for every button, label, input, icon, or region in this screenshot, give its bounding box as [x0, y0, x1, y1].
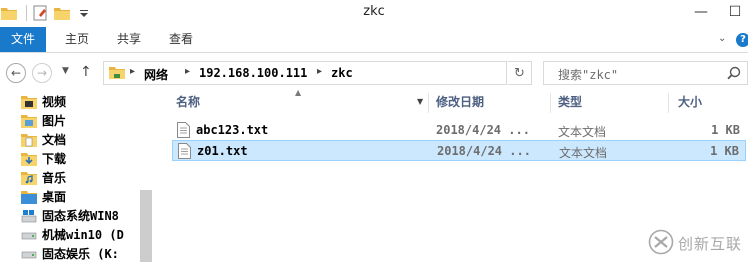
watermark-text: 创新互联: [678, 234, 743, 253]
sidebar-item-label: 固态系统WIN8: [42, 209, 119, 223]
sidebar-item-label: 文档: [42, 133, 67, 147]
tab-file[interactable]: 文件: [0, 27, 46, 52]
breadcrumb-separator-icon[interactable]: ▸: [130, 66, 135, 77]
address-bar[interactable]: ▸ 网络 ▸ 192.168.100.111 ▸ zkc: [103, 61, 507, 85]
search-icon[interactable]: [727, 66, 741, 83]
navigation-pane: 视频 图片 文档 下载 音乐 桌面 固态系统WIN8 机械win10 (D 固态…: [0, 91, 155, 265]
expand-ribbon-icon[interactable]: ⌄: [718, 33, 726, 44]
breadcrumb-host[interactable]: 192.168.100.111: [199, 66, 307, 80]
sort-ascending-icon: ▲: [295, 88, 302, 97]
breadcrumb-network[interactable]: 网络: [144, 66, 168, 83]
ribbon: 文件 主页 共享 查看 ⌄ ?: [0, 27, 748, 53]
forward-button[interactable]: →: [32, 63, 52, 83]
sidebar-item-videos[interactable]: 视频: [20, 92, 66, 111]
video-folder-icon: [20, 94, 38, 110]
breadcrumb-separator-icon[interactable]: ▸: [185, 66, 190, 77]
watermark-logo-icon: [648, 229, 674, 258]
tab-home[interactable]: 主页: [56, 27, 98, 52]
help-icon[interactable]: ?: [736, 33, 748, 47]
tab-view[interactable]: 查看: [160, 27, 202, 52]
pictures-folder-icon: [20, 113, 38, 129]
breadcrumb-folder[interactable]: zkc: [331, 66, 353, 80]
up-arrow-icon[interactable]: ↑: [80, 64, 92, 80]
file-name: z01.txt: [197, 144, 248, 158]
sidebar-item-label: 机械win10 (D: [42, 228, 124, 242]
recent-locations-icon[interactable]: ▼: [62, 66, 69, 76]
column-header-date[interactable]: 修改日期: [436, 91, 484, 113]
column-header-size[interactable]: 大小: [678, 91, 702, 113]
navigation-bar: ← → ▼ ↑ ▸ 网络 ▸ 192.168.100.111 ▸ zkc ↻ 搜…: [0, 53, 748, 91]
sidebar-item-label: 桌面: [42, 190, 67, 204]
column-filter-icon[interactable]: ▼: [417, 97, 423, 106]
sidebar-item-label: 视频: [42, 95, 67, 109]
desktop-folder-icon: [20, 189, 38, 205]
file-size: 1 KB: [710, 144, 739, 158]
text-file-icon: [178, 143, 191, 162]
documents-folder-icon: [20, 132, 38, 148]
sidebar-item-drive-k[interactable]: 固态娱乐 (K:: [20, 244, 119, 263]
breadcrumb-separator-icon[interactable]: ▸: [317, 66, 322, 77]
window-title: zkc: [363, 4, 385, 19]
column-divider[interactable]: [668, 93, 669, 113]
sidebar-item-pictures[interactable]: 图片: [20, 111, 66, 130]
file-date: 2018/4/24 ...: [436, 123, 530, 137]
music-folder-icon: [20, 170, 38, 186]
network-folder-icon: [108, 65, 126, 84]
sidebar-item-downloads[interactable]: 下载: [20, 149, 66, 168]
sidebar-item-label: 固态娱乐 (K:: [42, 247, 119, 261]
navigation-pane-scrollbar[interactable]: [140, 190, 152, 262]
column-divider[interactable]: [550, 93, 551, 113]
search-placeholder: 搜索"zkc": [558, 68, 619, 82]
watermark: 创新互联: [648, 225, 748, 261]
downloads-folder-icon: [20, 151, 38, 167]
sidebar-item-label: 下载: [42, 152, 67, 166]
tab-share[interactable]: 共享: [108, 27, 150, 52]
system-drive-icon: [20, 208, 38, 224]
minimize-button[interactable]: —: [684, 0, 718, 24]
sidebar-item-desktop[interactable]: 桌面: [20, 187, 66, 206]
text-file-icon: [177, 122, 190, 141]
sidebar-item-drive-d[interactable]: 机械win10 (D: [20, 225, 124, 244]
sidebar-item-system-drive[interactable]: 固态系统WIN8: [20, 206, 119, 225]
refresh-button[interactable]: ↻: [508, 61, 532, 85]
sidebar-item-label: 音乐: [42, 171, 67, 185]
drive-icon: [20, 246, 38, 262]
sidebar-item-label: 图片: [42, 114, 67, 128]
file-row[interactable]: abc123.txt 2018/4/24 ... 文本文档 1 KB: [172, 120, 746, 141]
file-type: 文本文档: [558, 125, 607, 139]
title-bar: zkc — ☐: [0, 0, 748, 27]
file-type: 文本文档: [559, 146, 608, 160]
column-divider[interactable]: [428, 93, 429, 113]
maximize-button[interactable]: ☐: [718, 0, 748, 24]
sidebar-item-music[interactable]: 音乐: [20, 168, 66, 187]
file-size: 1 KB: [711, 123, 740, 137]
drive-icon: [20, 227, 38, 243]
search-box[interactable]: 搜索"zkc": [543, 61, 748, 85]
file-name: abc123.txt: [196, 123, 269, 137]
sidebar-item-documents[interactable]: 文档: [20, 130, 66, 149]
file-row-selected[interactable]: z01.txt 2018/4/24 ... 文本文档 1 KB: [172, 140, 746, 161]
column-header-name[interactable]: 名称: [176, 91, 200, 113]
back-button[interactable]: ←: [6, 63, 26, 83]
file-date: 2018/4/24 ...: [437, 144, 531, 158]
column-header-type[interactable]: 类型: [558, 91, 582, 113]
